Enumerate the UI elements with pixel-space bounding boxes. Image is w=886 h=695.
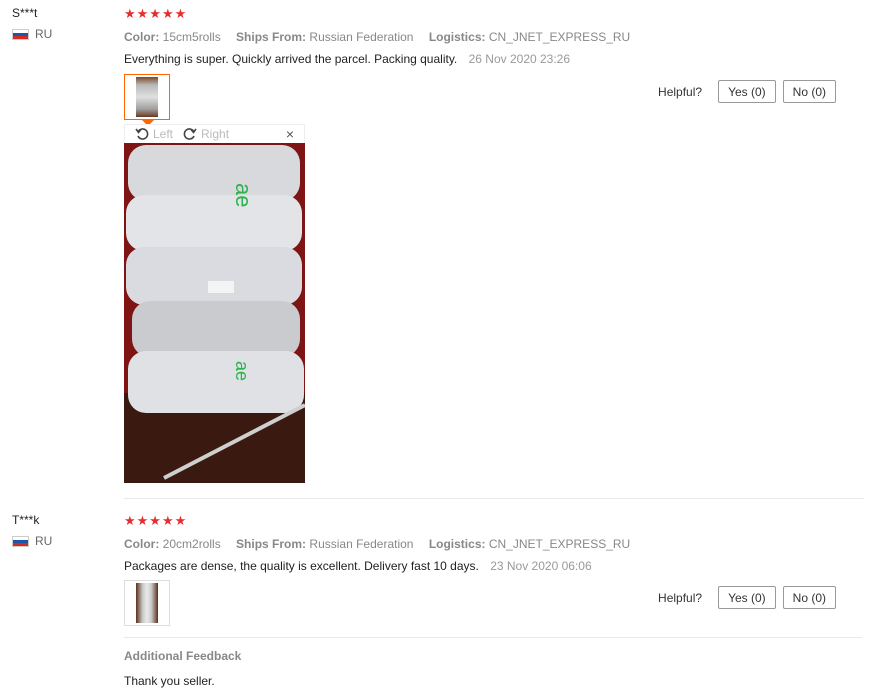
helpful-no-button[interactable]: No (0) <box>782 586 836 609</box>
reviewer-info: T***k RU <box>12 513 52 548</box>
additional-feedback-text: Thank you seller. <box>124 674 215 688</box>
reviewer-country: RU <box>12 534 52 548</box>
review-text-row: Everything is super. Quickly arrived the… <box>124 52 864 66</box>
review-photo-thumbnail[interactable] <box>124 74 170 126</box>
ships-from-label: Ships From: <box>236 537 307 551</box>
color-label: Color: <box>124 537 160 551</box>
rotate-left-button[interactable]: Left <box>135 127 173 141</box>
star-rating: ★★★★★ <box>124 6 188 21</box>
helpful-vote: Helpful? Yes (0) No (0) <box>658 80 836 103</box>
rotate-right-icon <box>183 128 197 140</box>
packing-rolls-image: ae ae <box>124 143 305 483</box>
review-date: 26 Nov 2020 23:26 <box>468 52 571 66</box>
close-icon[interactable]: × <box>286 126 294 142</box>
review-date: 23 Nov 2020 06:06 <box>490 559 592 573</box>
color-value: 20cm2rolls <box>162 537 221 551</box>
review-divider <box>124 498 864 499</box>
review-content: ★★★★★ Color: 20cm2rolls Ships From: Russ… <box>124 513 864 688</box>
rotate-right-label: Right <box>201 127 230 141</box>
reviewer-info: S***t RU <box>12 6 52 41</box>
review-text-row: Packages are dense, the quality is excel… <box>124 559 864 573</box>
helpful-yes-button[interactable]: Yes (0) <box>718 80 776 103</box>
star-rating: ★★★★★ <box>124 513 188 528</box>
logistics-label: Logistics: <box>428 537 486 551</box>
color-label: Color: <box>124 30 160 44</box>
color-value: 15cm5rolls <box>162 30 221 44</box>
logistics-value: CN_JNET_EXPRESS_RU <box>488 30 631 44</box>
helpful-yes-button[interactable]: Yes (0) <box>718 586 776 609</box>
logistics-label: Logistics: <box>428 30 486 44</box>
review-text: Packages are dense, the quality is excel… <box>124 559 479 573</box>
additional-feedback-divider <box>124 637 862 638</box>
helpful-vote: Helpful? Yes (0) No (0) <box>658 586 836 609</box>
russia-flag-icon <box>12 535 29 547</box>
helpful-no-button[interactable]: No (0) <box>782 80 836 103</box>
russia-flag-icon <box>12 28 29 40</box>
photo-viewer: Left Right × ae ae <box>124 124 305 483</box>
svg-text:ae: ae <box>232 361 252 381</box>
rotate-right-button[interactable]: Right <box>183 127 229 141</box>
review-photo-thumbnail[interactable] <box>124 580 170 626</box>
rotate-left-icon <box>135 128 149 140</box>
helpful-label: Helpful? <box>658 590 703 605</box>
review-meta: Color: 20cm2rolls Ships From: Russian Fe… <box>124 537 864 551</box>
country-code: RU <box>35 534 53 548</box>
additional-feedback-title: Additional Feedback <box>124 649 242 663</box>
photo-viewer-toolbar: Left Right × <box>124 124 305 143</box>
rotate-left-label: Left <box>153 127 174 141</box>
ships-from-label: Ships From: <box>236 30 307 44</box>
reviewer-name: S***t <box>12 6 38 20</box>
review-content: ★★★★★ Color: 15cm5rolls Ships From: Russ… <box>124 6 864 483</box>
ships-from-value: Russian Federation <box>309 537 414 551</box>
review-photo: ae ae <box>124 143 305 483</box>
logistics-value: CN_JNET_EXPRESS_RU <box>488 537 631 551</box>
review-text: Everything is super. Quickly arrived the… <box>124 52 458 66</box>
helpful-label: Helpful? <box>658 84 703 99</box>
country-code: RU <box>35 27 53 41</box>
reviewer-country: RU <box>12 27 52 41</box>
review-meta: Color: 15cm5rolls Ships From: Russian Fe… <box>124 30 864 44</box>
svg-text:ae: ae <box>231 183 256 207</box>
ships-from-value: Russian Federation <box>309 30 414 44</box>
reviewer-name: T***k <box>12 513 40 527</box>
